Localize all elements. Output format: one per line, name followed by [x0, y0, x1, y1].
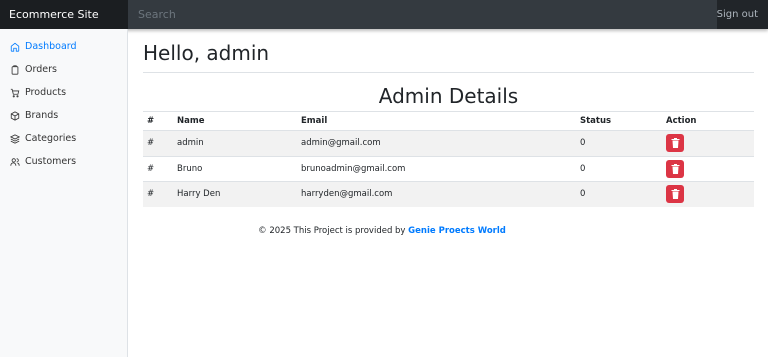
users-icon — [10, 157, 20, 167]
cell-email: brunoadmin@gmail.com — [297, 155, 576, 182]
delete-button[interactable] — [666, 185, 684, 203]
box-icon — [10, 110, 20, 121]
brand-title[interactable]: Ecommerce Site — [0, 0, 128, 29]
footer-text: © 2025 This Project is provided by — [258, 226, 409, 236]
sidebar-item-label: Products — [25, 87, 67, 98]
cart-icon — [10, 88, 20, 98]
sidebar-item-products[interactable]: Products — [0, 81, 127, 104]
main-content: Hello, admin Admin Details # Name Email … — [143, 29, 754, 207]
sidebar-item-orders[interactable]: Orders — [0, 58, 127, 81]
search-input[interactable] — [128, 0, 717, 29]
top-navbar: Ecommerce Site Sign out — [0, 0, 768, 29]
table-row: # Bruno brunoadmin@gmail.com 0 — [143, 155, 754, 182]
cell-index: # — [143, 155, 173, 182]
signout-link[interactable]: Sign out — [717, 0, 758, 29]
admin-table: # Name Email Status Action # admin admin… — [143, 111, 754, 207]
home-icon — [10, 42, 20, 52]
section-title: Admin Details — [378, 84, 519, 108]
sidebar-item-customers[interactable]: Customers — [0, 150, 127, 173]
sidebar-item-label: Brands — [25, 110, 59, 121]
cell-name: Bruno — [173, 155, 297, 182]
sidebar-item-label: Orders — [25, 64, 57, 75]
table-row: # Harry Den harryden@gmail.com 0 — [143, 181, 754, 207]
delete-button[interactable] — [666, 134, 684, 152]
cell-action — [662, 181, 754, 207]
file-icon — [10, 64, 20, 75]
trash-icon — [671, 163, 679, 174]
column-header-action: Action — [662, 111, 754, 131]
cell-action — [662, 130, 754, 156]
cell-status: 0 — [576, 181, 662, 207]
cell-index: # — [143, 181, 173, 207]
sidebar-item-label: Categories — [25, 133, 77, 144]
column-header-name: Name — [173, 111, 297, 131]
sidebar-item-categories[interactable]: Categories — [0, 127, 127, 150]
cell-name: admin — [173, 130, 297, 156]
cell-email: harryden@gmail.com — [297, 181, 576, 207]
layers-icon — [10, 133, 20, 144]
delete-button[interactable] — [666, 159, 684, 178]
sidebar-item-label: Dashboard — [25, 41, 77, 52]
trash-icon — [671, 189, 679, 199]
sidebar-item-label: Customers — [25, 156, 77, 167]
footer-link[interactable]: Genie Proects World — [408, 226, 506, 236]
table-row: # admin admin@gmail.com 0 — [143, 130, 754, 156]
trash-icon — [671, 138, 679, 148]
sidebar-item-brands[interactable]: Brands — [0, 104, 127, 127]
cell-status: 0 — [576, 130, 662, 156]
cell-name: Harry Den — [173, 181, 297, 207]
divider — [143, 72, 754, 73]
cell-email: admin@gmail.com — [297, 130, 576, 156]
page-title: Hello, admin — [143, 41, 270, 65]
sidebar: Dashboard Orders Products Brands Categor… — [0, 29, 128, 357]
cell-action — [662, 155, 754, 182]
sidebar-item-dashboard[interactable]: Dashboard — [0, 35, 127, 58]
cell-index: # — [143, 130, 173, 156]
table-header-row: # Name Email Status Action — [143, 111, 754, 131]
footer: © 2025 This Project is provided by Genie… — [143, 226, 621, 236]
column-header-status: Status — [576, 111, 662, 131]
cell-status: 0 — [576, 155, 662, 182]
column-header-index: # — [143, 111, 173, 131]
column-header-email: Email — [297, 111, 576, 131]
